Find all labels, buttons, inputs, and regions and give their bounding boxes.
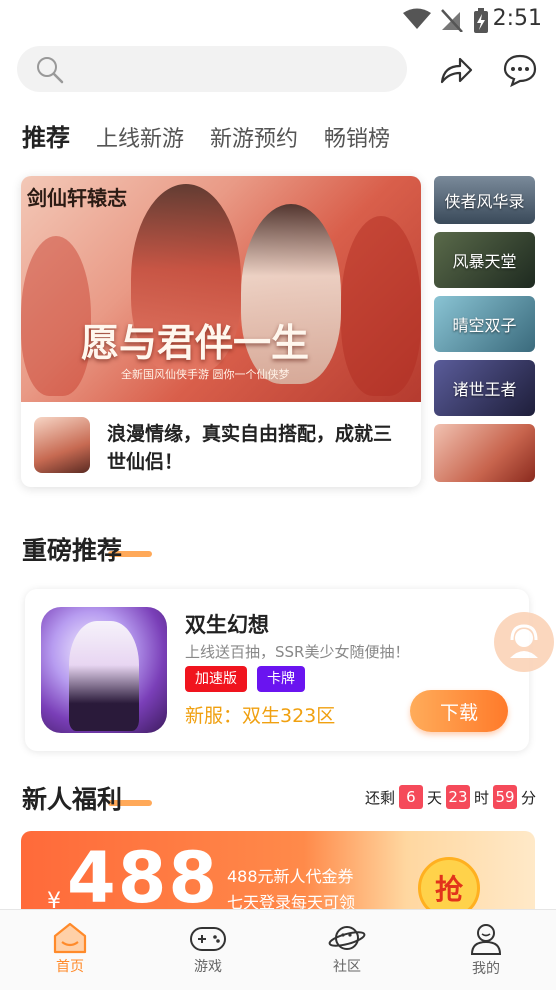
- voucher-title: 488元新人代金券: [227, 867, 354, 886]
- side-banner-label: 风暴天堂: [452, 252, 517, 271]
- tag-accelerated: 加速版: [185, 666, 247, 692]
- side-banner-label: 诸世王者: [452, 380, 517, 399]
- side-banner-label: 侠者风华录: [444, 192, 525, 211]
- home-icon: [53, 922, 87, 954]
- countdown-minutes: 59: [492, 785, 517, 809]
- no-signal-icon: [441, 9, 463, 32]
- hour-unit: 时: [473, 788, 489, 807]
- game-avatar: [34, 417, 90, 473]
- nav-label: 社区: [333, 959, 361, 975]
- app-screen: 2:51 推荐 上线新游 新游预约 畅销榜 剑仙轩辕志 愿与君伴一生 全新国风仙…: [0, 0, 556, 990]
- clock: 2:51: [492, 6, 542, 31]
- nav-label: 我的: [472, 961, 500, 977]
- countdown-timer: 还剩 6 天 23 时 59 分: [365, 785, 536, 809]
- side-banner-item[interactable]: 风暴天堂: [434, 232, 535, 288]
- game-name: 双生幻想: [185, 613, 269, 637]
- banner-image: 剑仙轩辕志 愿与君伴一生 全新国风仙侠手游 圆你一个仙侠梦: [21, 176, 421, 402]
- voucher-amount: 488: [67, 837, 220, 919]
- search-icon: [37, 57, 64, 84]
- status-bar: 2:51: [0, 0, 556, 38]
- tab-recommend[interactable]: 推荐: [22, 118, 70, 153]
- banner-caption: 浪漫情缘，真实自由搭配，成就三世仙侣！: [107, 423, 393, 473]
- wifi-icon: [403, 8, 431, 29]
- banner-footer: 浪漫情缘，真实自由搭配，成就三世仙侣！: [21, 402, 421, 487]
- day-unit: 天: [426, 788, 442, 807]
- planet-icon: [328, 926, 366, 950]
- battery-charging-icon: [474, 8, 488, 33]
- search-input[interactable]: [77, 54, 377, 84]
- gamepad-icon: [190, 927, 226, 951]
- nav-games[interactable]: 游戏: [158, 916, 258, 988]
- tab-pre-register[interactable]: 新游预约: [210, 121, 298, 153]
- countdown-prefix: 还剩: [364, 788, 395, 807]
- bottom-navigation: 首页 游戏 社区 我的: [0, 909, 556, 990]
- server-info: 新服：双生323区: [185, 705, 336, 727]
- side-banner-item[interactable]: 晴空双子: [434, 296, 535, 352]
- message-icon[interactable]: [502, 52, 538, 88]
- new-user-voucher-banner[interactable]: ¥ 488 488元新人代金券 七天登录每天可领 抢: [21, 831, 535, 921]
- side-banner-item[interactable]: [434, 424, 535, 482]
- category-tabs: 推荐 上线新游 新游预约 畅销榜: [22, 118, 390, 158]
- search-bar[interactable]: [17, 46, 407, 92]
- side-banner-item[interactable]: 侠者风华录: [434, 176, 535, 224]
- tag-card: 卡牌: [257, 666, 305, 692]
- side-banner-label: 晴空双子: [452, 316, 517, 335]
- tab-bestseller[interactable]: 畅销榜: [324, 121, 390, 153]
- nav-community[interactable]: 社区: [297, 916, 397, 988]
- banner-slogan: 愿与君伴一生: [81, 320, 310, 365]
- featured-game-card[interactable]: 双生幻想 上线送百抽，SSR美少女随便抽！ 加速版 卡牌 新服：双生323区 下…: [25, 589, 529, 751]
- download-button[interactable]: 下载: [410, 690, 508, 732]
- banner-subtitle: 全新国风仙侠手游 圆你一个仙侠梦: [121, 368, 290, 381]
- game-logo: 剑仙轩辕志: [27, 186, 127, 210]
- welfare-section-title: 新人福利: [22, 780, 152, 816]
- share-icon[interactable]: [438, 52, 474, 88]
- nav-profile[interactable]: 我的: [436, 916, 536, 988]
- tab-new-launch[interactable]: 上线新游: [96, 121, 184, 153]
- game-cover: [41, 607, 167, 733]
- game-description: 上线送百抽，SSR美少女随便抽！: [185, 643, 410, 661]
- countdown-days: 6: [398, 785, 423, 809]
- nav-home[interactable]: 首页: [20, 916, 120, 988]
- profile-icon: [470, 924, 502, 955]
- nav-label: 首页: [56, 959, 84, 975]
- side-banner-item[interactable]: 诸世王者: [434, 360, 535, 416]
- nav-label: 游戏: [194, 959, 222, 975]
- minute-unit: 分: [520, 788, 536, 807]
- countdown-hours: 23: [445, 785, 470, 809]
- main-banner[interactable]: 剑仙轩辕志 愿与君伴一生 全新国风仙侠手游 圆你一个仙侠梦 浪漫情缘，真实自由搭…: [21, 176, 421, 487]
- customer-service-button[interactable]: [494, 612, 554, 672]
- featured-section-title: 重磅推荐: [22, 531, 152, 567]
- headset-icon: [510, 624, 538, 658]
